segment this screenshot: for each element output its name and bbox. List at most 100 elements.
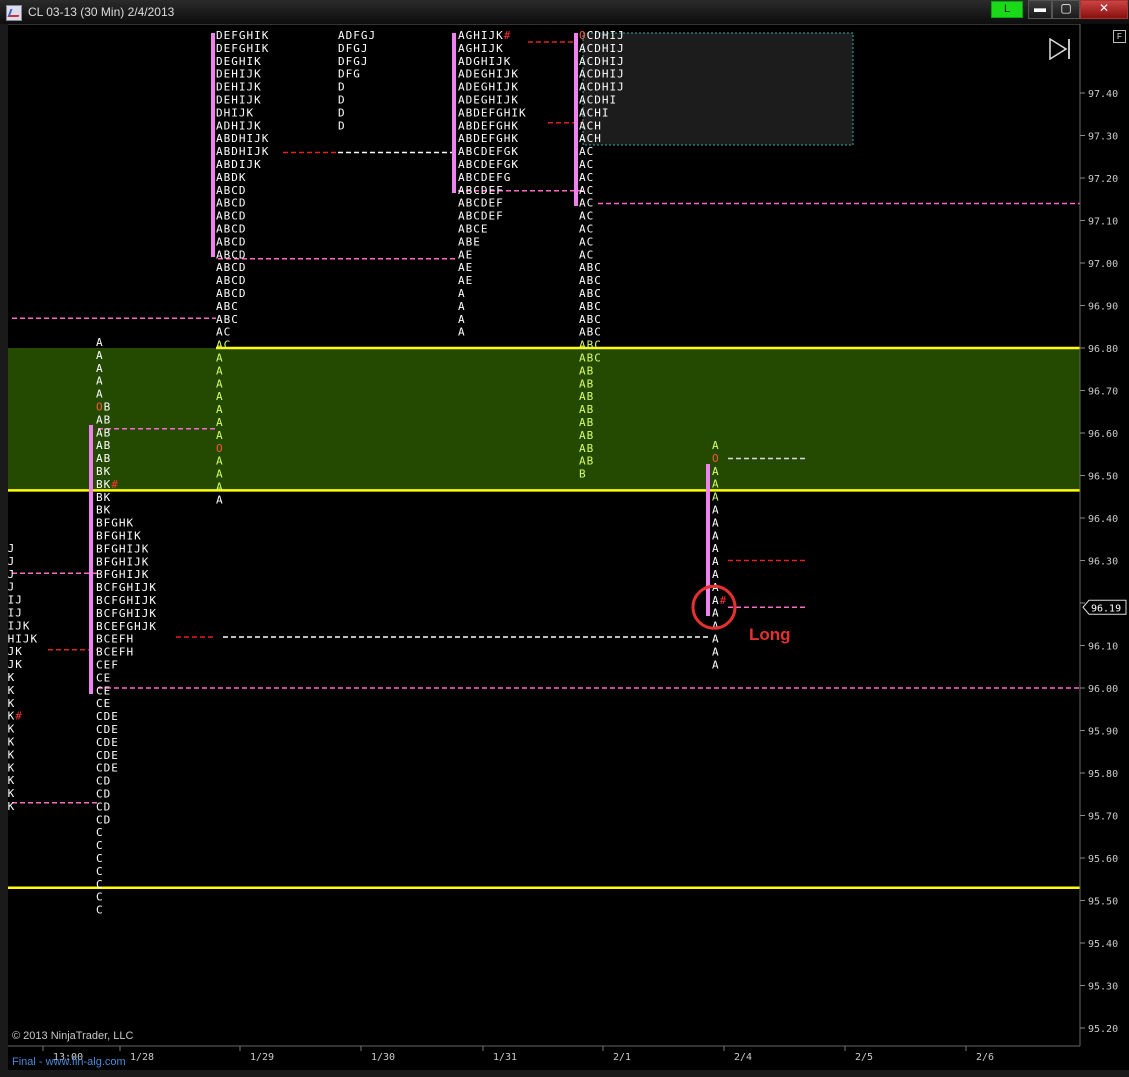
tpo-row: BCFGHIJK xyxy=(96,594,157,607)
tpo-row: A xyxy=(216,416,224,429)
tpo-row: ABCD xyxy=(216,210,247,223)
tpo-row: ABDEFGHIK xyxy=(458,106,527,119)
price-tick-label: 97.20 xyxy=(1088,174,1118,185)
tpo-row: AC xyxy=(579,235,594,248)
tpo-row: ABCDEF xyxy=(458,184,504,197)
tpo-row: DEFGHIK xyxy=(216,42,269,55)
tpo-row: OCDHIJ xyxy=(579,29,625,42)
tpo-row: C xyxy=(96,891,104,904)
tpo-row: JK xyxy=(8,671,15,684)
title-bar: CL 03-13 (30 Min) 2/4/2013 L ▬ ▢ ✕ xyxy=(0,0,1129,25)
maximize-button[interactable]: ▢ xyxy=(1052,0,1080,19)
tpo-row: BFGHIK xyxy=(96,530,142,543)
tpo-row: CE xyxy=(96,684,111,697)
tpo-row: ABC xyxy=(579,326,602,339)
tpo-row: D xyxy=(338,81,346,94)
va-bar-2 xyxy=(211,33,215,257)
window-title: CL 03-13 (30 Min) 2/4/2013 xyxy=(28,5,175,19)
tpo-row: ABC xyxy=(579,352,602,365)
tpo-row: BFGHK xyxy=(96,517,134,530)
tpo-row: ABCD xyxy=(216,235,247,248)
tpo-row: AC xyxy=(579,223,594,236)
tpo-row: BFGHIJK xyxy=(96,555,149,568)
price-tick-label: 96.40 xyxy=(1088,514,1118,525)
tpo-row: ABDEFGHK xyxy=(458,132,519,145)
tpo-row: AB xyxy=(96,413,111,426)
tpo-row: ABCDEF xyxy=(458,210,504,223)
tpo-row: DEGHIK xyxy=(216,55,262,68)
tpo-row: ABCD xyxy=(216,287,247,300)
tpo-row: A xyxy=(712,478,720,491)
tpo-row: A xyxy=(712,542,720,555)
va-bar-4 xyxy=(574,33,578,206)
tpo-row: GK xyxy=(8,774,15,787)
skip-forward-icon[interactable] xyxy=(1048,38,1074,60)
price-tick-label: 96.10 xyxy=(1088,642,1118,653)
window-frame-bottom xyxy=(0,1070,1129,1077)
tpo-row: CD xyxy=(96,813,111,826)
tpo-row: A xyxy=(712,439,720,452)
tpo-row: ABC xyxy=(579,313,602,326)
tpo-row: ACH xyxy=(579,132,602,145)
tpo-row: DEHIJK xyxy=(216,81,262,94)
tpo-row: JK xyxy=(8,697,15,710)
tpo-row: ADFGJ xyxy=(338,29,376,42)
tpo-row: A xyxy=(712,645,720,658)
tpo-row: IJ xyxy=(8,581,15,594)
chart-app-icon xyxy=(6,5,22,21)
va-bar-3 xyxy=(452,33,456,193)
tpo-row: AGHIJK# xyxy=(458,29,511,42)
tpo-row: A xyxy=(712,620,720,633)
tpo-row: GK xyxy=(8,787,15,800)
connection-status-indicator[interactable]: L xyxy=(991,1,1023,18)
close-button[interactable]: ✕ xyxy=(1080,0,1128,19)
f-button[interactable]: F xyxy=(1113,30,1126,43)
price-tick-label: 95.40 xyxy=(1088,939,1118,950)
tpo-row: IK# xyxy=(8,710,23,723)
tpo-row: C xyxy=(96,839,104,852)
tpo-row: BCEFH xyxy=(96,633,134,646)
tpo-row: C xyxy=(96,852,104,865)
tpo-row: D xyxy=(338,94,346,107)
tpo-row: ABC xyxy=(579,287,602,300)
price-tick-label: 96.70 xyxy=(1088,387,1118,398)
tpo-row: AB xyxy=(579,429,594,442)
price-tick-label: 96.50 xyxy=(1088,472,1118,483)
tpo-row: D xyxy=(338,106,346,119)
tpo-row: ADEGHIJK xyxy=(458,68,519,81)
tpo-row: DEHIJK xyxy=(216,94,262,107)
tpo-row: DFGJ xyxy=(338,42,369,55)
price-tick-label: 96.80 xyxy=(1088,344,1118,355)
tpo-row: BK xyxy=(96,491,111,504)
tpo-row: A xyxy=(458,313,466,326)
price-tick-label: 97.10 xyxy=(1088,217,1118,228)
minimize-button[interactable]: ▬ xyxy=(1028,0,1052,19)
tpo-row: ACDHIJ xyxy=(579,68,625,81)
tpo-row: ABCD xyxy=(216,197,247,210)
market-profile-chart[interactable]: IJIJIJIJDIJDIJDIJKDHIJKIJKIJKJKJKJKIK#IK… xyxy=(8,24,1129,1070)
price-tick-label: 95.30 xyxy=(1088,982,1118,993)
tpo-row: BCEFH xyxy=(96,646,134,659)
tpo-row: AC xyxy=(216,326,231,339)
tpo-row: AC xyxy=(579,145,594,158)
tpo-row: AC xyxy=(579,184,594,197)
tpo-row: D xyxy=(338,119,346,132)
tpo-row: A# xyxy=(712,594,727,607)
tpo-row: A xyxy=(96,362,104,375)
tpo-row: CDE xyxy=(96,723,119,736)
tpo-row: CE xyxy=(96,671,111,684)
tpo-row: ADHIJK xyxy=(216,119,262,132)
tpo-row: IK xyxy=(8,723,15,736)
tpo-row: A xyxy=(216,403,224,416)
tpo-row: ACDHIJ xyxy=(579,81,625,94)
tpo-row: IJK xyxy=(8,658,23,671)
tpo-row: DFG xyxy=(338,68,361,81)
price-tick-label: 96.30 xyxy=(1088,557,1118,568)
price-tick-label: 97.00 xyxy=(1088,259,1118,270)
tpo-row: ABC xyxy=(579,300,602,313)
tpo-row: ACHI xyxy=(579,106,610,119)
time-tick-label: 2/4 xyxy=(734,1052,752,1063)
tpo-row: AC xyxy=(216,339,231,352)
tpo-row: BCEFGHJK xyxy=(96,620,157,633)
tpo-row: C xyxy=(96,826,104,839)
